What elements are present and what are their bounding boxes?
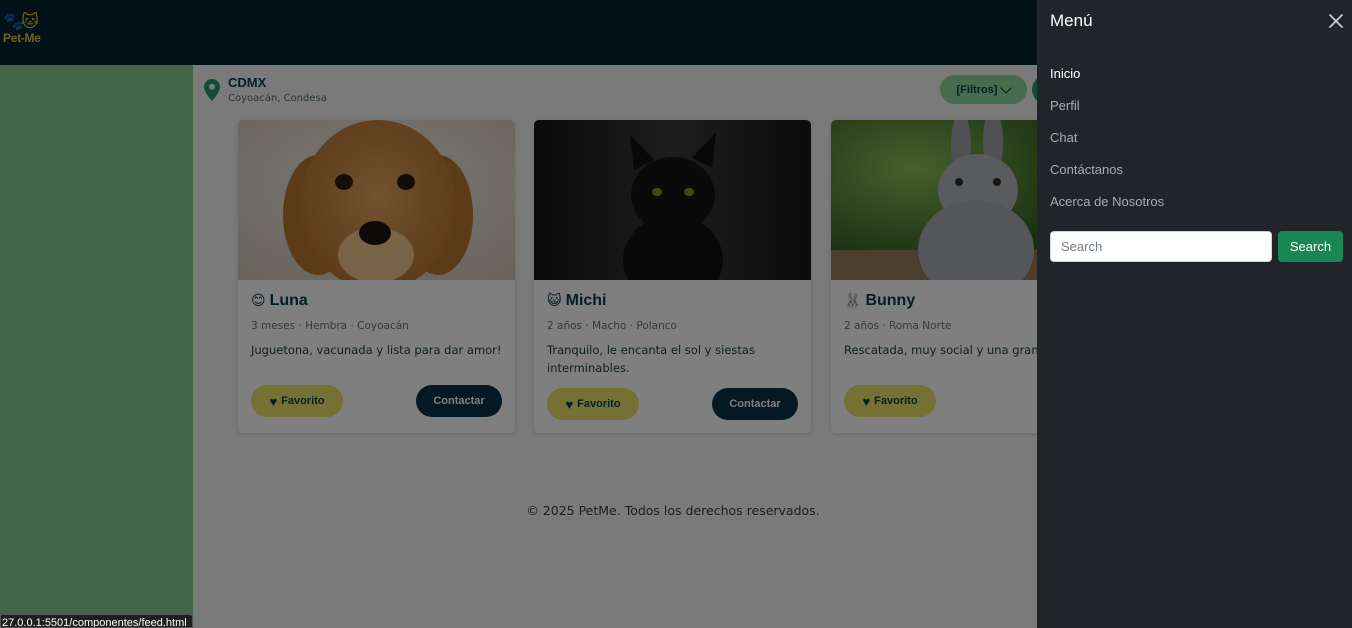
menu-item-perfil[interactable]: Perfil	[1050, 96, 1164, 128]
close-icon[interactable]	[1328, 13, 1344, 29]
offcanvas-menu: Menú Inicio Perfil Chat Contáctanos Acer…	[1037, 0, 1352, 628]
status-url-bar: 27.0.0.1:5501/componentes/feed.html	[0, 614, 193, 628]
menu-title: Menú	[1050, 11, 1093, 30]
menu-item-contactanos[interactable]: Contáctanos	[1050, 160, 1164, 192]
menu-item-acerca[interactable]: Acerca de Nosotros	[1050, 192, 1164, 224]
search-button[interactable]: Search	[1278, 231, 1343, 262]
menu-nav: Inicio Perfil Chat Contáctanos Acerca de…	[1050, 64, 1164, 224]
menu-item-inicio[interactable]: Inicio	[1050, 64, 1164, 96]
offcanvas-backdrop[interactable]	[0, 0, 1037, 628]
search-input[interactable]	[1050, 231, 1272, 262]
menu-item-chat[interactable]: Chat	[1050, 128, 1164, 160]
